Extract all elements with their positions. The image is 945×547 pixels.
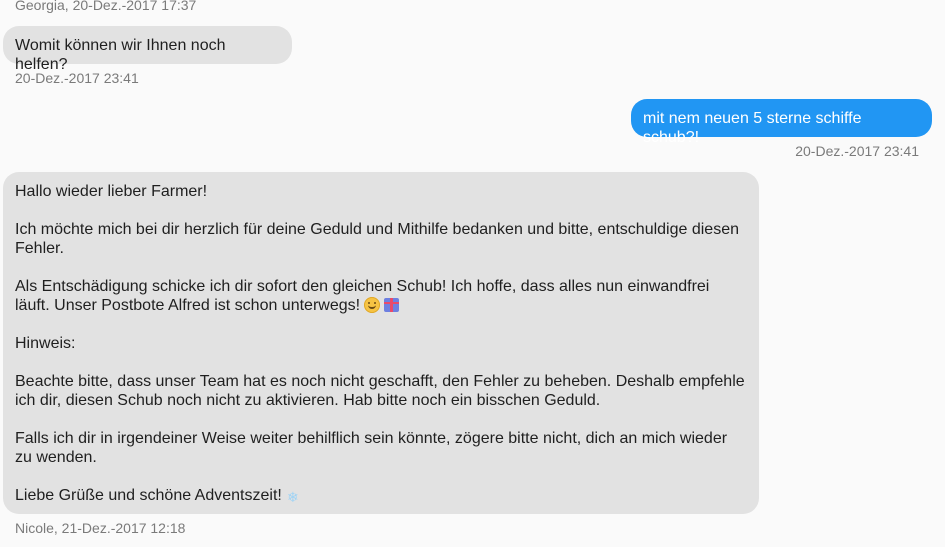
outgoing-message-bubble[interactable]: mit nem neuen 5 sterne schiffe schub?! bbox=[631, 99, 932, 146]
message-paragraph: Beachte bitte, dass unser Team hat es no… bbox=[15, 373, 745, 409]
message-paragraph: Hallo wieder lieber Farmer! bbox=[15, 183, 208, 200]
message-paragraph-text: Als Entschädigung schicke ich dir sofort… bbox=[15, 278, 710, 314]
message-timestamp: 20-Dez.-2017 23:41 bbox=[15, 70, 139, 86]
incoming-message-bubble[interactable]: Hallo wieder lieber Farmer! Ich möchte m… bbox=[3, 172, 759, 514]
message-meta-sender-time: Nicole, 21-Dez.-2017 12:18 bbox=[15, 520, 186, 536]
message-text: mit nem neuen 5 sterne schiffe schub?! bbox=[643, 110, 862, 146]
incoming-message-bubble[interactable]: Womit können wir Ihnen noch helfen? bbox=[3, 26, 292, 73]
message-paragraph: Ich möchte mich bei dir herzlich für dei… bbox=[15, 221, 739, 257]
message-paragraph: Falls ich dir in irgendeiner Weise weite… bbox=[15, 430, 728, 466]
message-paragraph: Als Entschädigung schicke ich dir sofort… bbox=[15, 277, 747, 315]
snowflake-icon: ❄ bbox=[286, 489, 299, 505]
smiling-face-icon bbox=[364, 297, 381, 313]
message-paragraph: Liebe Grüße und schöne Adventszeit! ❄ bbox=[15, 486, 747, 505]
gift-icon bbox=[384, 298, 400, 312]
message-timestamp: 20-Dez.-2017 23:41 bbox=[795, 143, 919, 159]
message-paragraph: Hinweis: bbox=[15, 335, 76, 352]
chat-thread: Georgia, 20-Dez.-2017 17:37 Womit können… bbox=[0, 0, 945, 547]
message-paragraph-text: Liebe Grüße und schöne Adventszeit! bbox=[15, 487, 282, 504]
message-text: Womit können wir Ihnen noch helfen? bbox=[15, 37, 226, 73]
message-meta-sender-time: Georgia, 20-Dez.-2017 17:37 bbox=[15, 0, 197, 13]
